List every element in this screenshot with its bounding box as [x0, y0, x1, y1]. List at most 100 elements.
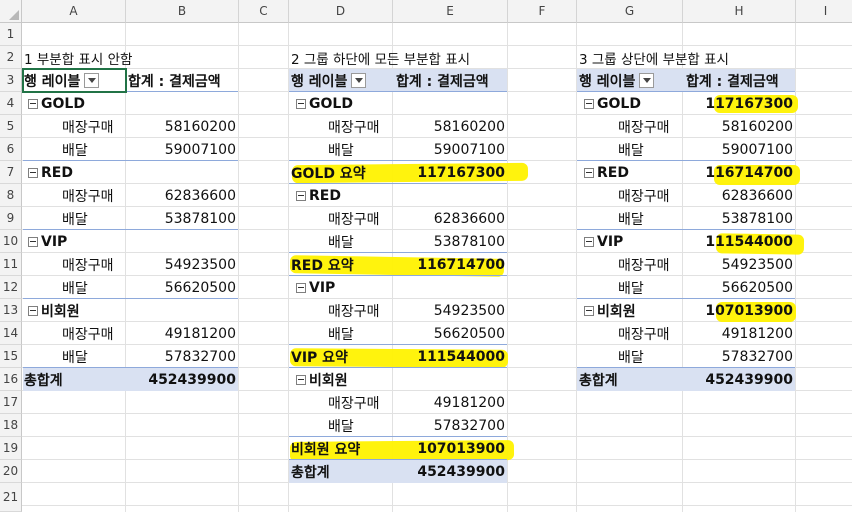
pivot1-group-red[interactable]: RED — [28, 161, 126, 184]
row-header-11[interactable]: 11 — [0, 253, 22, 276]
row-header-7[interactable]: 7 — [0, 161, 22, 184]
pivot2-item-label[interactable]: 매장구매 — [328, 115, 393, 138]
row-header-19[interactable]: 19 — [0, 437, 22, 460]
pivot1-group-gold[interactable]: GOLD — [28, 92, 126, 115]
pivot2-item-label[interactable]: 배달 — [328, 230, 393, 253]
pivot2-grand-total-label[interactable]: 총합계 — [291, 460, 393, 483]
pivot2-subtotal-label[interactable]: 비회원 요약 — [291, 437, 393, 460]
pivot1-item-label[interactable]: 매장구매 — [62, 253, 126, 276]
pivot2-item-value[interactable]: 58160200 — [393, 115, 508, 138]
pivot3-group-red[interactable]: RED — [584, 161, 683, 184]
pivot3-item-label[interactable]: 배달 — [618, 276, 683, 299]
pivot1-item-label[interactable]: 매장구매 — [62, 184, 126, 207]
pivot3-subtotal-value[interactable]: 116714700 — [683, 161, 796, 184]
pivot3-item-value[interactable]: 56620500 — [683, 276, 796, 299]
pivot2-subtotal-value[interactable]: 111544000 — [393, 345, 508, 368]
pivot2-subtotal-value[interactable]: 116714700 — [393, 253, 508, 276]
row-header-9[interactable]: 9 — [0, 207, 22, 230]
row-header-1[interactable]: 1 — [0, 23, 22, 46]
pivot2-caption[interactable]: 2 그룹 하단에 모든 부분합 표시 — [291, 46, 506, 69]
pivot1-item-value[interactable]: 62836600 — [126, 184, 239, 207]
row-header-2[interactable]: 2 — [0, 46, 22, 69]
column-header-d[interactable]: D — [289, 0, 393, 23]
row-header-3[interactable]: 3 — [0, 69, 22, 92]
pivot2-value-header[interactable]: 합계 : 결제금액 — [396, 69, 508, 92]
pivot2-subtotal-label[interactable]: RED 요약 — [291, 253, 393, 276]
pivot3-item-value[interactable]: 59007100 — [683, 138, 796, 161]
row-header-17[interactable]: 17 — [0, 391, 22, 414]
collapse-icon[interactable] — [584, 236, 594, 247]
filter-dropdown-button[interactable] — [639, 73, 655, 88]
filter-dropdown-button[interactable] — [351, 73, 367, 88]
pivot1-item-value[interactable]: 56620500 — [126, 276, 239, 299]
pivot3-item-label[interactable]: 매장구매 — [618, 184, 683, 207]
pivot3-item-label[interactable]: 배달 — [618, 138, 683, 161]
pivot3-grand-total-label[interactable]: 총합계 — [579, 368, 683, 391]
pivot2-item-value[interactable]: 53878100 — [393, 230, 508, 253]
row-header-6[interactable]: 6 — [0, 138, 22, 161]
row-header-21[interactable]: 21 — [0, 483, 22, 512]
pivot3-item-value[interactable]: 49181200 — [683, 322, 796, 345]
collapse-icon[interactable] — [28, 167, 38, 178]
pivot2-item-value[interactable]: 49181200 — [393, 391, 508, 414]
pivot3-group-vip[interactable]: VIP — [584, 230, 683, 253]
pivot2-item-label[interactable]: 배달 — [328, 414, 393, 437]
pivot1-item-value[interactable]: 53878100 — [126, 207, 239, 230]
pivot3-subtotal-value[interactable]: 107013900 — [683, 299, 796, 322]
row-header-18[interactable]: 18 — [0, 414, 22, 437]
pivot1-item-label[interactable]: 배달 — [62, 138, 126, 161]
row-header-4[interactable]: 4 — [0, 92, 22, 115]
column-header-a[interactable]: A — [22, 0, 126, 23]
column-header-f[interactable]: F — [508, 0, 577, 23]
collapse-icon[interactable] — [28, 236, 38, 247]
pivot3-row-label-header[interactable]: 행 레이블 — [579, 69, 683, 92]
collapse-icon[interactable] — [296, 374, 306, 385]
collapse-icon[interactable] — [296, 98, 306, 109]
row-header-5[interactable]: 5 — [0, 115, 22, 138]
pivot2-group-nonmember[interactable]: 비회원 — [296, 368, 393, 391]
pivot1-group-vip[interactable]: VIP — [28, 230, 126, 253]
pivot1-group-nonmember[interactable]: 비회원 — [28, 299, 126, 322]
collapse-icon[interactable] — [296, 282, 306, 293]
pivot3-item-label[interactable]: 매장구매 — [618, 115, 683, 138]
pivot2-grand-total-value[interactable]: 452439900 — [393, 460, 508, 483]
pivot2-subtotal-label[interactable]: GOLD 요약 — [291, 161, 393, 184]
pivot3-item-value[interactable]: 62836600 — [683, 184, 796, 207]
row-header-15[interactable]: 15 — [0, 345, 22, 368]
pivot2-subtotal-value[interactable]: 117167300 — [393, 161, 508, 184]
pivot2-group-gold[interactable]: GOLD — [296, 92, 393, 115]
pivot3-item-label[interactable]: 매장구매 — [618, 322, 683, 345]
pivot3-item-value[interactable]: 58160200 — [683, 115, 796, 138]
column-header-h[interactable]: H — [683, 0, 796, 23]
pivot2-item-label[interactable]: 매장구매 — [328, 299, 393, 322]
pivot3-subtotal-value[interactable]: 111544000 — [683, 230, 796, 253]
pivot2-item-value[interactable]: 57832700 — [393, 414, 508, 437]
pivot1-caption[interactable]: 1 부분합 표시 안함 — [24, 46, 234, 69]
pivot1-item-label[interactable]: 배달 — [62, 345, 126, 368]
spreadsheet-grid[interactable]: A B C D E F G H I 1 2 3 4 5 6 7 8 9 10 1… — [0, 0, 852, 512]
pivot3-caption[interactable]: 3 그룹 상단에 부분합 표시 — [579, 46, 794, 69]
pivot3-grand-total-value[interactable]: 452439900 — [683, 368, 796, 391]
pivot1-item-label[interactable]: 배달 — [62, 276, 126, 299]
pivot2-item-value[interactable]: 59007100 — [393, 138, 508, 161]
pivot2-group-vip[interactable]: VIP — [296, 276, 393, 299]
row-header-13[interactable]: 13 — [0, 299, 22, 322]
row-header-16[interactable]: 16 — [0, 368, 22, 391]
collapse-icon[interactable] — [28, 305, 38, 316]
pivot2-row-label-header[interactable]: 행 레이블 — [291, 69, 393, 92]
row-header-10[interactable]: 10 — [0, 230, 22, 253]
pivot3-item-label[interactable]: 배달 — [618, 207, 683, 230]
pivot2-item-label[interactable]: 매장구매 — [328, 207, 393, 230]
pivot1-item-label[interactable]: 매장구매 — [62, 322, 126, 345]
collapse-icon[interactable] — [584, 167, 594, 178]
column-header-g[interactable]: G — [577, 0, 683, 23]
pivot1-item-value[interactable]: 59007100 — [126, 138, 239, 161]
pivot2-item-value[interactable]: 54923500 — [393, 299, 508, 322]
pivot3-item-value[interactable]: 57832700 — [683, 345, 796, 368]
row-header-14[interactable]: 14 — [0, 322, 22, 345]
pivot2-group-red[interactable]: RED — [296, 184, 393, 207]
selected-cell-a3[interactable] — [22, 68, 127, 93]
pivot3-group-nonmember[interactable]: 비회원 — [584, 299, 683, 322]
pivot2-subtotal-label[interactable]: VIP 요약 — [291, 345, 393, 368]
pivot3-group-gold[interactable]: GOLD — [584, 92, 683, 115]
